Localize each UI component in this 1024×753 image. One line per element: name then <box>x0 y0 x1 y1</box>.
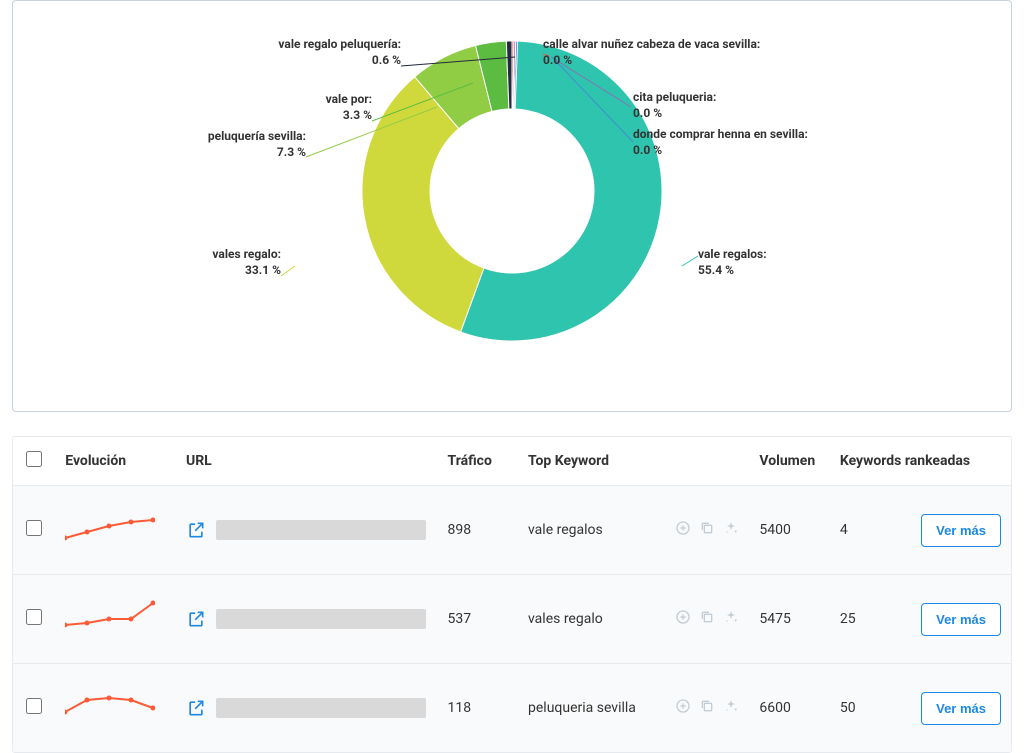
add-icon[interactable] <box>675 520 691 540</box>
label-text: vale por: <box>326 92 372 106</box>
donut-chart <box>357 36 667 346</box>
cell-trafico: 898 <box>438 486 518 575</box>
label-vales-regalo: vales regalo: 33.1 % <box>212 246 281 278</box>
ver-mas-button[interactable]: Ver más <box>921 692 1001 725</box>
label-text: cita peluqueria: <box>633 90 716 104</box>
url-redacted <box>216 520 426 540</box>
label-calle-alvar: calle alvar nuñez cabeza de vaca sevilla… <box>543 36 760 68</box>
label-pct: 3.3 % <box>326 107 372 123</box>
table-row: 118 peluqueria sevilla 6600 50 Ver más <box>13 664 1011 753</box>
label-text: vales regalo: <box>212 247 281 261</box>
label-pct: 0.0 % <box>543 52 760 68</box>
label-text: vale regalo peluquería: <box>278 37 401 51</box>
label-pct: 0.0 % <box>633 142 808 158</box>
label-pct: 55.4 % <box>698 262 767 278</box>
header-checkbox[interactable] <box>13 437 55 486</box>
cell-rankeadas: 50 <box>840 700 856 716</box>
header-top-keyword[interactable]: Top Keyword <box>518 437 749 486</box>
row-checkbox[interactable] <box>26 609 42 625</box>
cell-trafico: 537 <box>438 575 518 664</box>
table-row: 537 vales regalo 5475 25 Ver más <box>13 575 1011 664</box>
header-url[interactable]: URL <box>176 437 438 486</box>
copy-icon[interactable] <box>699 609 715 629</box>
sparkline <box>65 686 155 726</box>
table-row: 898 vale regalos 5400 4 Ver más <box>13 486 1011 575</box>
chart-stage: vale regalos: 55.4 % vales regalo: 33.1 … <box>33 21 991 391</box>
label-pct: 7.3 % <box>208 144 306 160</box>
chart-panel: vale regalos: 55.4 % vales regalo: 33.1 … <box>12 0 1012 412</box>
cell-rankeadas: 4 <box>840 522 848 538</box>
header-volumen[interactable]: Volumen <box>749 437 829 486</box>
label-pct: 0.0 % <box>633 105 716 121</box>
ver-mas-button[interactable]: Ver más <box>921 603 1001 636</box>
sparkle-icon[interactable] <box>723 520 739 540</box>
cell-volumen: 5475 <box>749 575 829 664</box>
header-keywords-rankeadas[interactable]: Keywords rankeadas <box>830 437 1011 486</box>
url-redacted <box>216 698 426 718</box>
label-pct: 33.1 % <box>212 262 281 278</box>
cell-top-keyword: vale regalos <box>528 522 603 538</box>
add-icon[interactable] <box>675 698 691 718</box>
external-link-icon[interactable] <box>186 698 206 718</box>
cell-top-keyword: peluqueria sevilla <box>528 700 636 716</box>
copy-icon[interactable] <box>699 698 715 718</box>
cell-top-keyword: vales regalo <box>528 611 603 627</box>
row-checkbox[interactable] <box>26 520 42 536</box>
label-vale-regalo-peluqueria: vale regalo peluquería: 0.6 % <box>278 36 401 68</box>
copy-icon[interactable] <box>699 520 715 540</box>
table-header-row: Evolución URL Tráfico Top Keyword Volume… <box>13 437 1011 486</box>
label-vale-regalos: vale regalos: 55.4 % <box>698 246 767 278</box>
cell-trafico: 118 <box>438 664 518 753</box>
url-redacted <box>216 609 426 629</box>
sparkle-icon[interactable] <box>723 609 739 629</box>
select-all-checkbox[interactable] <box>26 451 42 467</box>
ver-mas-button[interactable]: Ver más <box>921 514 1001 547</box>
label-cita-peluqueria: cita peluqueria: 0.0 % <box>633 89 716 121</box>
results-table: Evolución URL Tráfico Top Keyword Volume… <box>12 436 1012 753</box>
cell-volumen: 5400 <box>749 486 829 575</box>
cell-volumen: 6600 <box>749 664 829 753</box>
sparkline <box>65 597 155 637</box>
header-evolucion[interactable]: Evolución <box>55 437 176 486</box>
sparkle-icon[interactable] <box>723 698 739 718</box>
label-vale-por: vale por: 3.3 % <box>326 91 372 123</box>
label-pct: 0.6 % <box>278 52 401 68</box>
label-text: donde comprar henna en sevilla: <box>633 127 808 141</box>
external-link-icon[interactable] <box>186 609 206 629</box>
add-icon[interactable] <box>675 609 691 629</box>
label-donde-henna: donde comprar henna en sevilla: 0.0 % <box>633 126 808 158</box>
header-trafico[interactable]: Tráfico <box>438 437 518 486</box>
cell-rankeadas: 25 <box>840 611 856 627</box>
label-text: vale regalos: <box>698 247 767 261</box>
sparkline <box>65 508 155 548</box>
label-text: peluquería sevilla: <box>208 129 306 143</box>
label-peluqueria-sevilla: peluquería sevilla: 7.3 % <box>208 128 306 160</box>
row-checkbox[interactable] <box>26 698 42 714</box>
external-link-icon[interactable] <box>186 520 206 540</box>
label-text: calle alvar nuñez cabeza de vaca sevilla… <box>543 37 760 51</box>
